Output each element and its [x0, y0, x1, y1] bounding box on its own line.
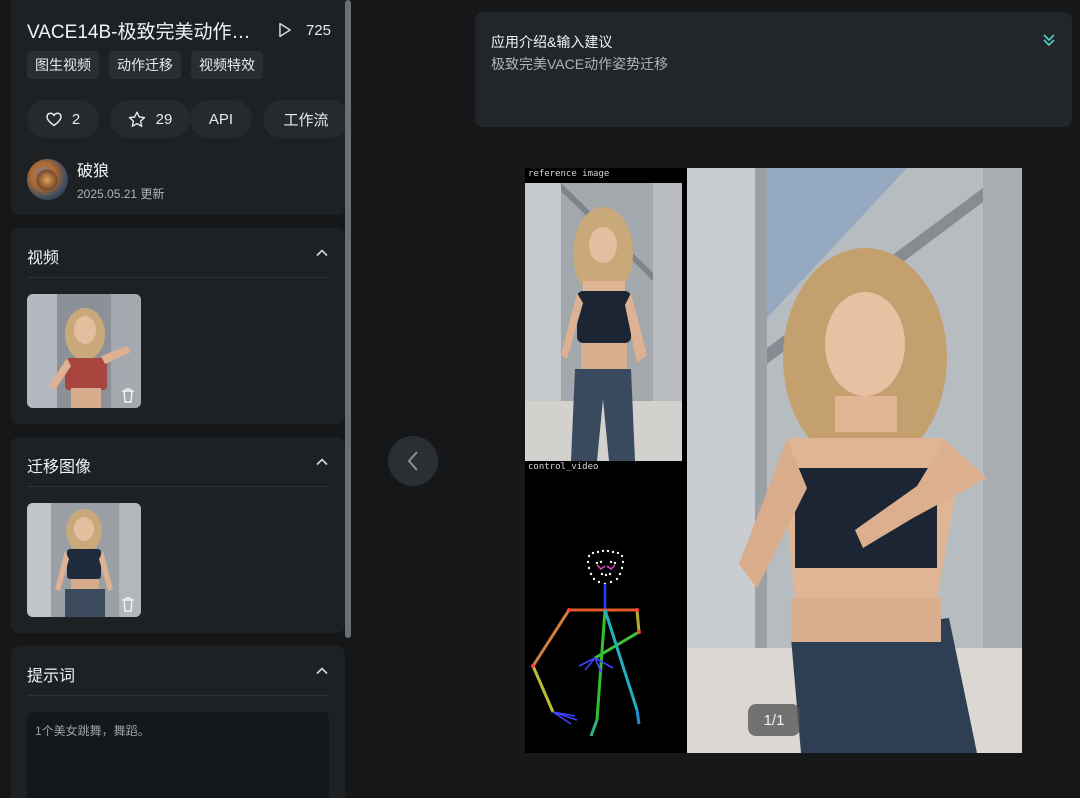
trash-icon[interactable] — [119, 595, 137, 613]
tag-image-to-video[interactable]: 图生视频 — [27, 51, 99, 79]
reference-label: reference image — [528, 169, 610, 179]
generated-image[interactable] — [687, 168, 1022, 753]
image-section-title: 迁移图像 — [27, 459, 92, 476]
double-chevron-down-icon[interactable] — [1042, 32, 1056, 48]
workflow-button[interactable]: 工作流 — [263, 100, 349, 138]
video-thumbnail[interactable] — [27, 294, 141, 408]
video-section: 视频 — [11, 228, 345, 424]
like-count: 2 — [71, 110, 81, 128]
left-scrollbar[interactable] — [345, 0, 351, 638]
divider — [27, 695, 329, 696]
divider — [27, 277, 329, 278]
api-button[interactable]: API — [190, 100, 252, 138]
heart-icon — [46, 111, 62, 126]
update-date: 2025.05.21 更新 — [77, 187, 165, 201]
view-count: 725 — [305, 21, 331, 39]
prompt-input[interactable]: 1个美女跳舞，舞蹈。 — [27, 712, 329, 798]
trash-icon[interactable] — [119, 386, 137, 404]
image-thumbnail[interactable] — [27, 503, 141, 617]
result-viewer: reference image control_video — [525, 168, 1022, 753]
divider — [27, 486, 329, 487]
prompt-section-title: 提示词 — [27, 668, 76, 685]
intro-subtitle: 极致完美VACE动作姿势迁移 — [491, 56, 669, 72]
pose-skeleton — [525, 474, 687, 753]
favorite-button[interactable]: 29 — [110, 100, 190, 138]
author-info: 破狼 2025.05.21 更新 — [27, 157, 164, 202]
tag-video-effects[interactable]: 视频特效 — [191, 51, 263, 79]
intro-title: 应用介绍&输入建议 — [491, 34, 613, 50]
like-button[interactable]: 2 — [27, 100, 99, 138]
chevron-up-icon[interactable] — [315, 246, 329, 260]
star-icon — [128, 111, 145, 127]
app-info-card: VACE14B-极致完美动作姿… 725 图生视频 动作迁移 视频特效 2 29… — [11, 0, 349, 215]
action-row: 2 29 API 工作流 — [27, 100, 349, 138]
video-section-title: 视频 — [27, 250, 60, 267]
control-video-label: control_video — [528, 462, 599, 472]
reference-image — [525, 183, 682, 461]
left-panel: VACE14B-极致完美动作姿… 725 图生视频 动作迁移 视频特效 2 29… — [0, 0, 352, 798]
chevron-up-icon[interactable] — [315, 455, 329, 469]
prev-button[interactable] — [388, 436, 438, 486]
play-icon[interactable] — [278, 22, 292, 38]
favorite-count: 29 — [155, 110, 173, 128]
title-row: VACE14B-极致完美动作姿… 725 — [27, 18, 331, 43]
prompt-section: 提示词 1个美女跳舞，舞蹈。 — [11, 646, 345, 798]
tag-list: 图生视频 动作迁移 视频特效 — [27, 51, 263, 79]
transfer-image-section: 迁移图像 — [11, 437, 345, 633]
chevron-left-icon — [407, 451, 418, 471]
avatar[interactable] — [27, 159, 68, 200]
chevron-up-icon[interactable] — [315, 664, 329, 678]
app-title: VACE14B-极致完美动作姿… — [27, 21, 265, 43]
author-name[interactable]: 破狼 — [77, 157, 164, 181]
tag-motion-transfer[interactable]: 动作迁移 — [109, 51, 181, 79]
intro-panel[interactable]: 应用介绍&输入建议 极致完美VACE动作姿势迁移 — [475, 12, 1072, 127]
page-indicator: 1/1 — [748, 704, 800, 736]
